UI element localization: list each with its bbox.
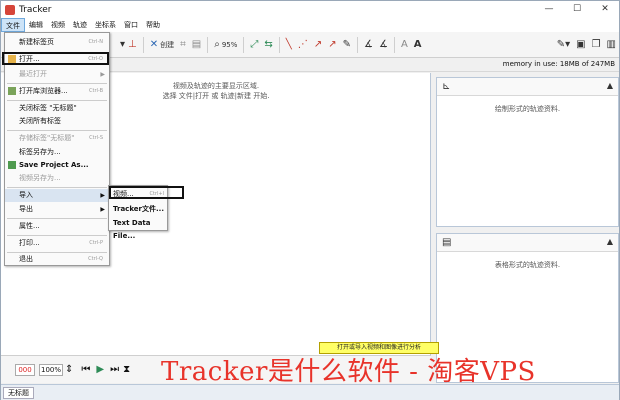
table-message: 表格形式的轨迹资料. [494, 261, 561, 269]
font-smaller-button[interactable]: A [398, 36, 411, 54]
menu-item-import-text-data[interactable]: Text Data File... [109, 217, 167, 240]
protractor-button[interactable]: ∡ [361, 36, 376, 54]
open-highlight-box [2, 52, 109, 65]
minimize-button[interactable]: — [535, 1, 563, 18]
window-title: Tracker [19, 4, 52, 15]
tracker-app-icon [5, 4, 15, 15]
file-menu: 新建标签页 Ctrl-N 打开... Ctrl-O 最近打开 ▶ 打开库浏览器... C… [4, 32, 110, 266]
point-icon: ⋰ [297, 38, 308, 50]
vector-icon: ↗ [313, 38, 323, 50]
font-larger-button[interactable]: A [411, 36, 425, 54]
slider-handle-icon[interactable]: ⧗ [123, 364, 130, 375]
caret-icon: ▾ [120, 38, 126, 50]
menu-coords[interactable]: 坐标系 [91, 18, 120, 32]
menu-item-new-tab[interactable]: 新建标签页 Ctrl-N [5, 36, 109, 49]
plot-icon: ⊾ [442, 81, 451, 92]
menu-item-print[interactable]: 打印... Ctrl-P [5, 237, 109, 250]
library-icon [8, 87, 16, 95]
zoom-button[interactable]: ⌕ 95% [211, 36, 240, 54]
step-forward-icon[interactable]: ⏭ [110, 364, 119, 375]
video-highlight-box [109, 186, 184, 199]
menu-item-exit[interactable]: 退出 Ctrl-Q [5, 253, 109, 266]
plot-message: 绘制形式的轨迹资料. [494, 105, 561, 113]
create-icon: ✕ [149, 38, 159, 50]
rate-spinner-icon[interactable]: ⇕ [65, 364, 73, 375]
tape-button[interactable]: ∡ [376, 36, 391, 54]
protractor-icon: ∡ [364, 38, 373, 50]
axes-icon: ⊥ [128, 38, 137, 50]
font-smaller-icon: A [400, 38, 408, 50]
tracker-window: Tracker — ☐ ✕ 文件 编辑 视频 轨迹 坐标系 窗口 帮助 ▾ ⊥ ✕… [0, 0, 620, 400]
path-icon: ⤢ [250, 38, 259, 50]
title-bar: Tracker — ☐ ✕ [1, 1, 619, 18]
notes-button[interactable]: ▤ [189, 36, 204, 54]
menu-item-close-all[interactable]: 关闭所有标签 [5, 115, 109, 128]
step-back-icon[interactable]: ⏮ [81, 364, 90, 375]
close-button[interactable]: ✕ [591, 1, 619, 18]
menu-bar: 文件 编辑 视频 轨迹 坐标系 窗口 帮助 [1, 18, 619, 32]
axes-button[interactable]: ▾ ⊥ [117, 36, 140, 54]
magnifier-icon: ⌕ [214, 38, 220, 50]
frame-counter[interactable]: 000 [15, 363, 35, 376]
vector-tool-button[interactable]: ↗ [311, 36, 325, 54]
clip-settings-button[interactable]: ⌗ [177, 36, 189, 54]
menu-item-import-tracker-file[interactable]: Tracker文件... [109, 203, 167, 216]
menu-item-save-video-as[interactable]: 视频另存为... [5, 172, 109, 185]
copy-button[interactable]: ❐ [589, 36, 604, 54]
line-tool-button[interactable]: ╲ [283, 36, 295, 54]
menu-window[interactable]: 窗口 [120, 18, 142, 32]
notes-icon: ▤ [191, 38, 202, 50]
clip-icon: ⌗ [180, 38, 186, 50]
menu-help[interactable]: 帮助 [142, 18, 164, 32]
table-dropdown-icon[interactable]: ▲ [607, 237, 613, 246]
path-button[interactable]: ⤢ [247, 36, 261, 54]
pencil-icon: ✎▾ [556, 38, 571, 50]
save-project-icon [8, 161, 16, 169]
menu-item-properties[interactable]: 属性... [5, 220, 109, 233]
menu-edit[interactable]: 编辑 [25, 18, 47, 32]
menu-file[interactable]: 文件 [1, 18, 25, 32]
tape-icon: ∡ [378, 38, 388, 50]
delete-button[interactable]: ▥ [604, 36, 619, 54]
tab-untitled[interactable]: 无标题 [3, 387, 34, 399]
plot-dropdown-icon[interactable]: ▲ [607, 81, 613, 90]
point-tool-button[interactable]: ⋰ [295, 36, 311, 54]
submenu-arrow-icon: ▶ [100, 206, 105, 213]
menu-track[interactable]: 轨迹 [69, 18, 91, 32]
zoom-label: 95% [221, 40, 238, 49]
pencil-button[interactable]: ✎▾ [554, 36, 573, 54]
create-button[interactable]: ✕ 创建 [147, 36, 177, 54]
measure-icon: ✎ [342, 38, 351, 50]
table-icon: ▤ [442, 237, 452, 248]
copy-icon: ❐ [591, 38, 601, 50]
menu-item-save-project-as[interactable]: Save Project As... [5, 159, 109, 172]
rate-field[interactable]: 100% [39, 363, 63, 376]
menu-item-save-tab[interactable]: 存储标签"无标题" Ctrl-S [5, 132, 109, 145]
save-button[interactable]: ▣ [573, 36, 588, 54]
menu-video[interactable]: 视频 [47, 18, 69, 32]
calibration-button[interactable]: ↗ [325, 36, 339, 54]
menu-item-save-tab-as[interactable]: 标签另存为... [5, 146, 109, 159]
menu-item-recent[interactable]: 最近打开 ▶ [5, 68, 109, 81]
line-icon: ╲ [285, 38, 292, 50]
calibration-icon: ↗ [328, 38, 337, 50]
submenu-arrow-icon: ▶ [100, 71, 105, 78]
memory-usage: memory in use: 18MB of 247MB [502, 60, 615, 68]
menu-item-library-browser[interactable]: 打开库浏览器... Ctrl-B [5, 85, 109, 98]
menu-item-export[interactable]: 导出 ▶ [5, 203, 109, 216]
save-icon: ▣ [576, 38, 586, 50]
trash-icon: ▥ [606, 38, 616, 50]
watermark-text: Tracker是什么软件 - 淘客VPS [161, 357, 536, 387]
measure-button[interactable]: ✎ [340, 36, 354, 54]
create-label: 创建 [160, 40, 175, 49]
menu-item-import[interactable]: 导入 ▶ [5, 189, 109, 202]
menu-item-close-tab[interactable]: 关闭标签 "无标题" [5, 102, 109, 115]
submenu-arrow-icon: ▶ [100, 192, 105, 199]
font-larger-icon: A [413, 38, 422, 50]
trail-button[interactable]: ⇆ [261, 36, 275, 54]
trail-icon: ⇆ [264, 38, 273, 50]
plot-panel: ⊾ ▲ 绘制形式的轨迹资料. [436, 77, 619, 227]
play-icon[interactable]: ▶ [96, 364, 104, 375]
maximize-button[interactable]: ☐ [563, 1, 591, 18]
